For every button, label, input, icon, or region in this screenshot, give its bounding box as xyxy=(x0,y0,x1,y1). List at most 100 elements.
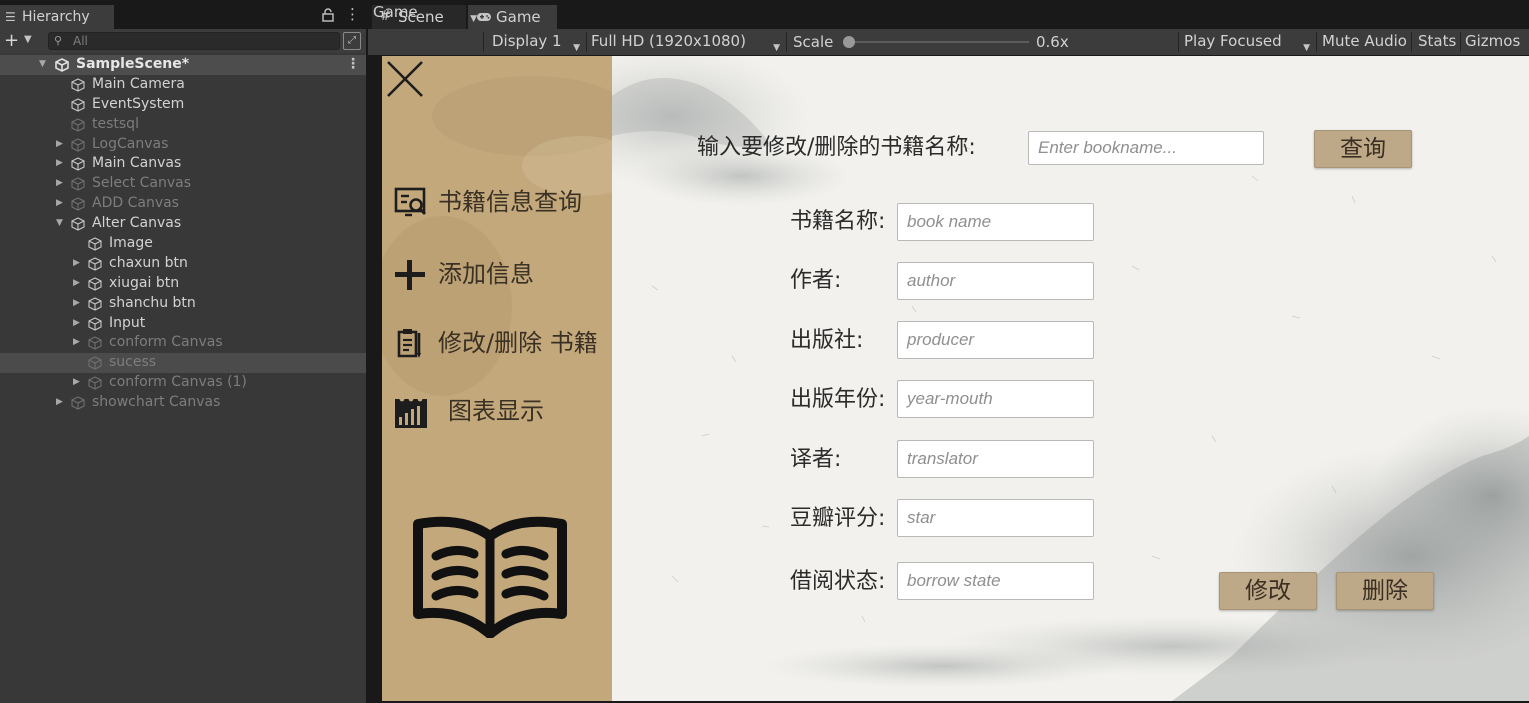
hierarchy-tab-label: Hierarchy xyxy=(22,9,90,25)
lock-icon[interactable] xyxy=(322,8,334,22)
scale-slider-handle[interactable] xyxy=(843,36,855,48)
tree-item[interactable]: ▶ Input xyxy=(0,314,366,334)
year-label: 出版年份: xyxy=(790,387,886,412)
modify-button[interactable]: 修改 xyxy=(1219,572,1317,610)
gizmos-toggle[interactable]: Gizmos xyxy=(1465,29,1525,55)
display-dropdown[interactable]: Display 1 ▼ xyxy=(492,29,584,55)
toolbar-separator xyxy=(483,32,484,52)
panel-divider[interactable] xyxy=(366,0,368,703)
search-prompt: 输入要修改/删除的书籍名称: xyxy=(697,135,976,160)
app-sidebar: 书籍信息查询 添加信息 修改/删除 书籍 图表显示 xyxy=(382,56,612,701)
tree-item[interactable]: ▼ Alter Canvas xyxy=(0,214,366,234)
author-input[interactable]: author xyxy=(897,262,1094,300)
tree-item[interactable]: ▶ Select Canvas xyxy=(0,174,366,194)
search-options-button[interactable]: ⤢ xyxy=(343,32,361,50)
tree-item[interactable]: Image xyxy=(0,234,366,254)
play-mode-value: Play Focused xyxy=(1184,32,1282,50)
expand-arrow-icon[interactable]: ▶ xyxy=(73,333,80,352)
gameobject-icon xyxy=(71,157,85,172)
toolbar-separator xyxy=(1411,32,1412,52)
tree-item[interactable]: testsql xyxy=(0,115,366,135)
tree-item-label: ADD Canvas xyxy=(92,195,179,212)
expand-arrow-icon[interactable]: ▶ xyxy=(73,254,80,273)
tree-item[interactable]: ▶ shanchu btn xyxy=(0,294,366,314)
add-object-button[interactable]: + xyxy=(4,31,19,51)
expand-arrow-icon[interactable]: ▶ xyxy=(56,154,63,173)
view-mode-dropdown[interactable]: Game ▼ xyxy=(373,0,481,26)
year-input[interactable]: year-mouth xyxy=(897,380,1094,418)
expand-arrow-icon[interactable]: ▶ xyxy=(56,393,63,412)
toolbar-separator xyxy=(786,32,787,52)
expand-arrow-icon[interactable]: ▶ xyxy=(73,294,80,313)
tree-item[interactable]: ▶ Main Canvas xyxy=(0,154,366,174)
borrow-status-input[interactable]: borrow state xyxy=(897,562,1094,600)
tree-item[interactable]: ▶ showchart Canvas xyxy=(0,393,366,413)
tree-item[interactable]: Main Camera xyxy=(0,75,366,95)
scene-row[interactable]: ▼ SampleScene* ⋮ xyxy=(0,55,366,75)
menu-label: 书籍信息查询 xyxy=(438,188,582,216)
scale-slider[interactable] xyxy=(851,41,1029,43)
gameobject-icon xyxy=(71,118,85,132)
toolbar-separator xyxy=(1316,32,1317,52)
rating-input[interactable]: star xyxy=(897,499,1094,537)
tree-item[interactable]: ▶ conform Canvas (1) xyxy=(0,373,366,393)
publisher-label: 出版社: xyxy=(790,328,864,353)
gameobject-icon xyxy=(71,396,85,410)
gameobject-icon xyxy=(71,137,85,152)
chevron-down-icon[interactable]: ▼ xyxy=(24,34,32,45)
tree-item-label: chaxun btn xyxy=(109,254,188,271)
expand-arrow-icon[interactable]: ▶ xyxy=(56,174,63,193)
resolution-dropdown[interactable]: Full HD (1920x1080) ▼ xyxy=(591,29,784,55)
expand-arrow-icon[interactable]: ▼ xyxy=(39,55,46,74)
tab-game[interactable]: Game xyxy=(468,5,557,29)
scale-value: 0.6x xyxy=(1036,33,1069,51)
search-placeholder: All xyxy=(73,34,88,48)
tree-item[interactable]: ▶ ADD Canvas xyxy=(0,194,366,214)
tree-item-label: Main Canvas xyxy=(92,155,182,172)
toolbar-separator xyxy=(586,32,587,52)
search-document-icon xyxy=(394,187,426,217)
gameobject-icon xyxy=(88,237,102,251)
gameobject-icon xyxy=(88,316,102,331)
expand-arrow-icon[interactable]: ▶ xyxy=(73,373,80,392)
expand-arrow-icon[interactable]: ▶ xyxy=(56,194,63,213)
author-label: 作者: xyxy=(790,268,842,293)
bookname-search-input[interactable]: Enter bookname... xyxy=(1028,131,1264,165)
expand-arrow-icon[interactable]: ▶ xyxy=(73,314,80,333)
rating-label: 豆瓣评分: xyxy=(790,506,886,531)
expand-arrow-icon[interactable]: ▶ xyxy=(56,135,63,154)
play-mode-dropdown[interactable]: Play Focused ▼ xyxy=(1184,29,1314,55)
list-icon: ☰ xyxy=(5,10,16,24)
close-icon[interactable] xyxy=(384,58,424,98)
gameobject-icon xyxy=(88,277,102,291)
publisher-input[interactable]: producer xyxy=(897,321,1094,359)
expand-arrow-icon[interactable]: ▼ xyxy=(56,214,63,233)
tree-item[interactable]: ▶ xiugai btn xyxy=(0,274,366,294)
translator-input[interactable]: translator xyxy=(897,440,1094,478)
tree-item[interactable]: EventSystem xyxy=(0,95,366,115)
kebab-menu-icon[interactable]: ⋮ xyxy=(346,55,360,74)
query-button[interactable]: 查询 xyxy=(1314,130,1412,168)
tree-item[interactable]: ▶ LogCanvas xyxy=(0,135,366,155)
tree-item-label: Main Camera xyxy=(92,75,185,92)
toolbar-separator xyxy=(1178,32,1179,52)
kebab-menu-icon[interactable]: ⋮ xyxy=(345,7,360,22)
book-name-input[interactable]: book name xyxy=(897,203,1094,241)
tree-item-label: testsql xyxy=(92,115,139,132)
expand-arrow-icon[interactable]: ▶ xyxy=(73,274,80,293)
stats-toggle[interactable]: Stats xyxy=(1418,29,1458,55)
tree-item-label: EventSystem xyxy=(92,95,185,112)
tree-item-label: sucess xyxy=(109,354,157,371)
tree-item-label: Image xyxy=(109,235,153,252)
hierarchy-search-input[interactable]: ⚲ All xyxy=(48,32,340,50)
toolbar-separator xyxy=(1460,32,1461,52)
hierarchy-tree: ▼ SampleScene* ⋮ Main Camera EventSystem… xyxy=(0,55,366,413)
hierarchy-panel: ☰ Hierarchy ⋮ + ▼ ⚲ All ⤢ ▼ SampleScene* xyxy=(0,0,366,703)
delete-button[interactable]: 删除 xyxy=(1336,572,1434,610)
tree-item[interactable]: ▶ chaxun btn xyxy=(0,254,366,274)
tree-item-selected[interactable]: sucess xyxy=(0,353,366,374)
hierarchy-tab[interactable]: ☰ Hierarchy xyxy=(0,5,114,29)
mute-audio-toggle[interactable]: Mute Audio xyxy=(1322,29,1408,55)
tree-item[interactable]: ▶ conform Canvas xyxy=(0,333,366,353)
display-value: Display 1 xyxy=(492,32,562,50)
